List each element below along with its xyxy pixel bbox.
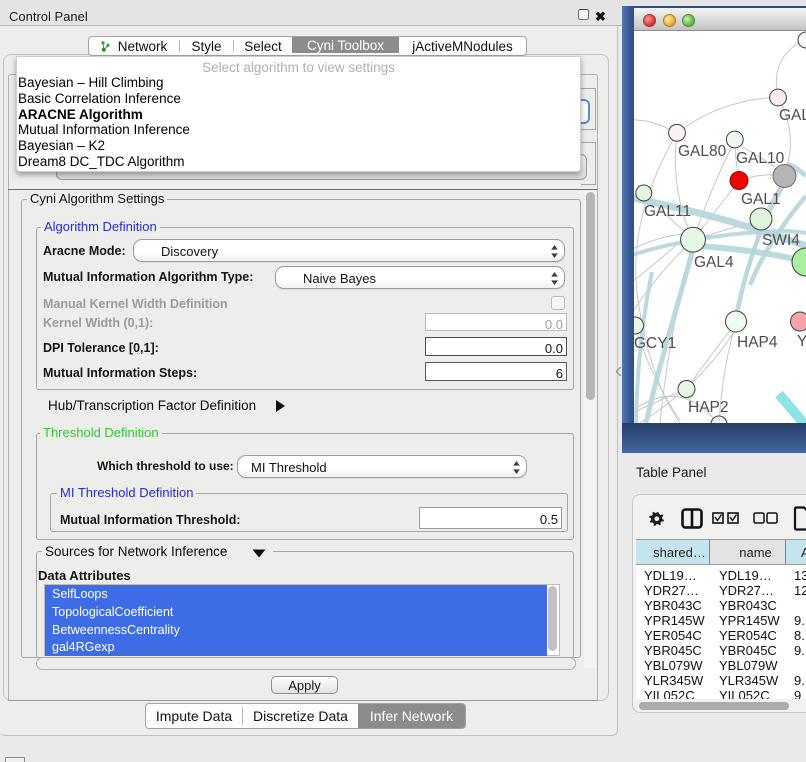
svg-text:Y: Y xyxy=(797,333,806,350)
svg-text:SWI4: SWI4 xyxy=(762,232,800,249)
svg-text:HAP2: HAP2 xyxy=(688,399,729,416)
svg-text:GAL4: GAL4 xyxy=(694,254,734,271)
svg-text:GCY1: GCY1 xyxy=(634,335,676,352)
svg-text:GAL10: GAL10 xyxy=(736,150,785,167)
svg-text:GAL80: GAL80 xyxy=(678,143,727,160)
svg-text:GAL11: GAL11 xyxy=(644,203,691,220)
svg-text:GAL1: GAL1 xyxy=(741,191,781,208)
svg-text:HAP4: HAP4 xyxy=(737,334,778,351)
svg-text:GAL2: GAL2 xyxy=(779,107,806,124)
